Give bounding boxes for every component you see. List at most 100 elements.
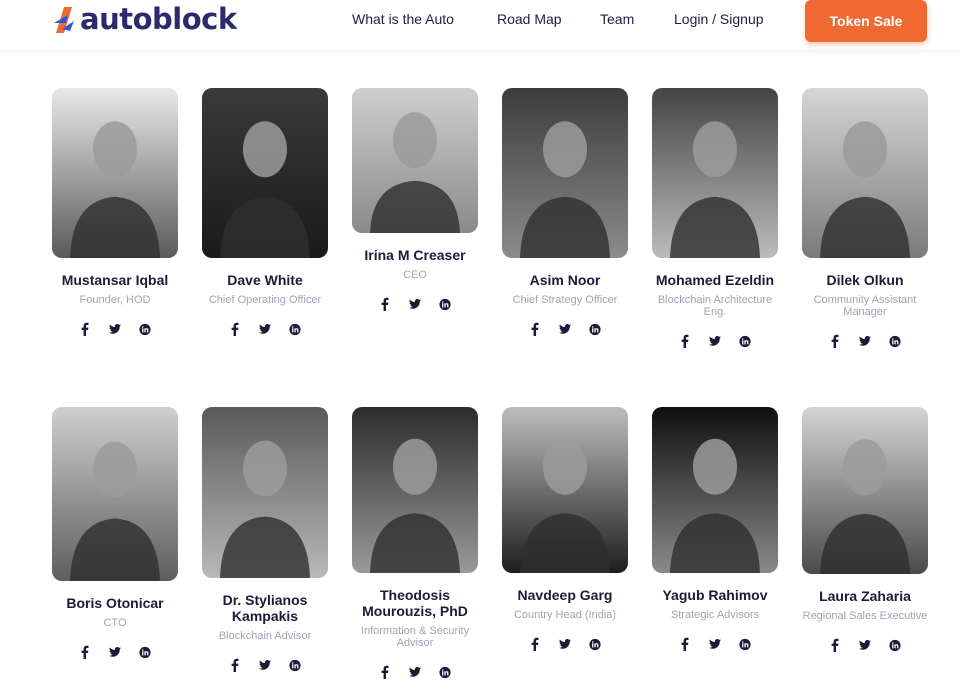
social-links [52,645,178,659]
team-member-name: Navdeep Garg [517,587,613,603]
linkedin-icon[interactable] [139,645,151,659]
team-member-photo [652,88,778,258]
facebook-icon[interactable] [229,322,241,336]
team-member-card: Theodosis Mourouzis, PhD Information & Se… [352,407,478,679]
facebook-icon[interactable] [79,645,91,659]
team-member-photo [202,88,328,258]
site-header: autoblock What is the Auto Road Map Team… [0,0,960,50]
twitter-icon[interactable] [409,665,421,679]
social-links [202,658,328,672]
linkedin-icon[interactable] [439,297,451,311]
team-member-role: CTO [103,617,127,629]
team-member-name: Mustansar Iqbal [61,272,169,288]
team-member-name: Mohamed Ezeldin [655,272,775,288]
team-member-role: Community Assistant Manager [813,294,917,318]
team-member-photo [352,407,478,573]
social-links [502,322,628,336]
team-member-name: Boris Otonicar [66,595,164,611]
linkedin-icon[interactable] [139,322,151,336]
social-links [652,334,778,348]
twitter-icon[interactable] [259,322,271,336]
team-member-role: Chief Operating Officer [208,294,322,306]
team-member-name: Theodosis Mourouzis, PhD [362,587,468,619]
linkedin-icon[interactable] [889,334,901,348]
nav-login-signup[interactable]: Login / Signup [674,11,764,27]
twitter-icon[interactable] [409,297,421,311]
social-links [52,322,178,336]
token-sale-button[interactable]: Token Sale [805,0,927,42]
team-member-photo [52,407,178,581]
linkedin-icon[interactable] [589,322,601,336]
team-member-card: Dr. Stylianos Kampakis Blockchain Advisor [202,407,328,672]
social-links [352,297,478,311]
team-member-name: Yagub Rahimov [662,587,768,603]
team-member-role: Chief Strategy Officer [512,294,618,306]
team-member-name: Irina M Creaser [364,247,466,263]
facebook-icon[interactable] [79,322,91,336]
team-member-photo [802,407,928,574]
team-member-role: Country Head (India) [513,609,617,621]
team-member-photo [502,88,628,258]
team-member-photo [802,88,928,258]
linkedin-icon[interactable] [439,665,451,679]
team-member-role: Regional Sales Executive [802,610,928,622]
team-member-name: Laura Zaharia [819,588,911,604]
linkedin-icon[interactable] [289,658,301,672]
linkedin-icon[interactable] [289,322,301,336]
team-member-role: Blockchain Advisor [218,630,312,642]
social-links [652,637,778,651]
social-links [802,334,928,348]
facebook-icon[interactable] [229,658,241,672]
twitter-icon[interactable] [709,637,721,651]
nav-road-map[interactable]: Road Map [497,11,562,27]
facebook-icon[interactable] [379,665,391,679]
social-links [502,637,628,651]
social-links [202,322,328,336]
team-member-card: Mohamed Ezeldin Blockchain Architecture E… [652,88,778,348]
linkedin-icon[interactable] [739,334,751,348]
facebook-icon[interactable] [679,334,691,348]
twitter-icon[interactable] [559,322,571,336]
team-member-photo [652,407,778,573]
facebook-icon[interactable] [829,638,841,652]
twitter-icon[interactable] [709,334,721,348]
team-member-role: Blockchain Architecture Eng. [657,294,773,318]
linkedin-icon[interactable] [889,638,901,652]
nav-team[interactable]: Team [600,11,634,27]
twitter-icon[interactable] [109,322,121,336]
facebook-icon[interactable] [529,637,541,651]
team-member-role: Information & Security Advisor [360,625,470,649]
twitter-icon[interactable] [859,334,871,348]
team-member-role: Founder, HOD [79,294,151,306]
team-member-card: Laura Zaharia Regional Sales Executive [802,407,928,652]
team-member-card: Asim Noor Chief Strategy Officer [502,88,628,336]
team-member-card: Navdeep Garg Country Head (India) [502,407,628,651]
social-links [802,638,928,652]
facebook-icon[interactable] [529,322,541,336]
team-member-photo [202,407,328,578]
team-member-photo [52,88,178,258]
linkedin-icon[interactable] [739,637,751,651]
team-member-card: Dave White Chief Operating Officer [202,88,328,336]
facebook-icon[interactable] [679,637,691,651]
team-member-name: Asim Noor [529,272,601,288]
team-member-card: Dilek Olkun Community Assistant Manager [802,88,928,348]
team-member-name: Dr. Stylianos Kampakis [222,592,308,624]
team-member-name: Dilek Olkun [826,272,904,288]
team-member-name: Dave White [227,272,303,288]
team-member-role: CEO [403,269,427,281]
twitter-icon[interactable] [109,645,121,659]
twitter-icon[interactable] [559,637,571,651]
twitter-icon[interactable] [859,638,871,652]
twitter-icon[interactable] [259,658,271,672]
team-member-card: Irina M Creaser CEO [352,88,478,311]
team-member-card: Boris Otonicar CTO [52,407,178,659]
team-member-role: Strategic Advisors [670,609,760,621]
linkedin-icon[interactable] [589,637,601,651]
team-member-card: Mustansar Iqbal Founder, HOD [52,88,178,336]
team-member-photo [502,407,628,573]
team-member-photo [352,88,478,233]
nav-what-is-auto[interactable]: What is the Auto [352,11,454,27]
facebook-icon[interactable] [829,334,841,348]
facebook-icon[interactable] [379,297,391,311]
